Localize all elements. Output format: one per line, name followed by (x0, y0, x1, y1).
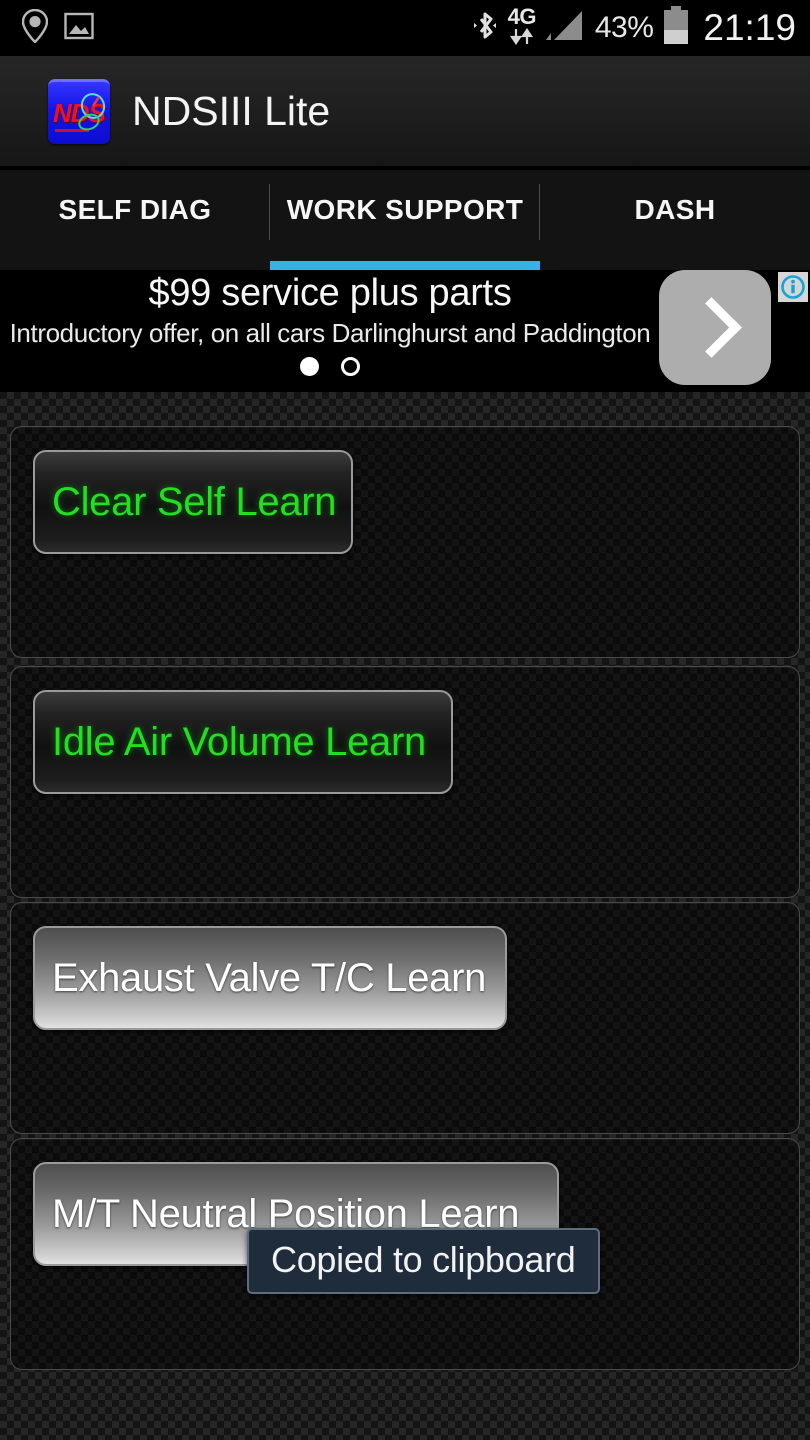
ad-pagination-dots[interactable] (300, 357, 360, 376)
status-bar-right-icons: 4G 43% 21:19 (472, 5, 796, 51)
clear-self-learn-button[interactable]: Clear Self Learn (33, 450, 353, 554)
ad-subtitle: Introductory offer, on all cars Darlingh… (9, 318, 651, 348)
screenshot-image-icon (64, 11, 94, 46)
bluetooth-icon (472, 8, 498, 49)
tab-indicator (540, 261, 810, 270)
tab-dash[interactable]: DASH (540, 170, 810, 270)
ad-text-block: $99 service plus parts Introductory offe… (0, 270, 660, 390)
tab-indicator (0, 261, 270, 270)
battery-icon (662, 5, 690, 51)
data-transfer-arrows-icon (507, 28, 537, 50)
toast-message: Copied to clipboard (247, 1228, 600, 1294)
ad-next-button[interactable] (659, 270, 771, 385)
tab-label: WORK SUPPORT (286, 194, 524, 225)
gauge-icon (75, 92, 107, 137)
ad-choices-info-icon[interactable] (778, 272, 808, 302)
ad-dot-inactive[interactable] (341, 357, 360, 376)
toast-text: Copied to clipboard (271, 1239, 576, 1280)
chevron-right-icon (680, 297, 742, 358)
location-pin-icon (21, 8, 49, 48)
list-item[interactable]: Exhaust Valve T/C Learn (10, 902, 800, 1134)
tab-work-support[interactable]: WORK SUPPORT (270, 170, 540, 270)
ad-title: $99 service plus parts (148, 272, 512, 314)
signal-bars-icon (545, 9, 586, 48)
button-label: Exhaust Valve T/C Learn (52, 955, 487, 1000)
ad-dot-active[interactable] (300, 357, 319, 376)
tab-self-diag[interactable]: SELF DIAG (0, 170, 270, 270)
page-title: NDSIII Lite (132, 87, 331, 134)
list-item[interactable]: Clear Self Learn (10, 426, 800, 658)
idle-air-volume-learn-button[interactable]: Idle Air Volume Learn (33, 690, 453, 794)
tab-bar: SELF DIAG WORK SUPPORT DASH (0, 170, 810, 270)
exhaust-valve-tc-learn-button[interactable]: Exhaust Valve T/C Learn (33, 926, 507, 1030)
battery-percent-label: 43% (594, 11, 654, 44)
network-type-indicator: 4G (507, 6, 537, 50)
tab-label: DASH (634, 194, 716, 225)
action-bar: NDS NDSIII Lite (0, 56, 810, 168)
list-item[interactable]: Idle Air Volume Learn (10, 666, 800, 898)
tab-indicator-active (270, 261, 540, 270)
button-label: Idle Air Volume Learn (52, 719, 426, 764)
status-bar: 4G 43% 21:19 (0, 0, 810, 56)
nds-app-icon[interactable]: NDS (48, 78, 110, 144)
status-bar-left-icons (21, 8, 94, 48)
phone-screen: 4G 43% 21:19 NDS NDSIII Lite SELF DIAG W… (0, 0, 810, 1440)
tab-label: SELF DIAG (58, 194, 212, 225)
status-bar-clock: 21:19 (703, 7, 796, 48)
button-label: Clear Self Learn (52, 479, 337, 524)
